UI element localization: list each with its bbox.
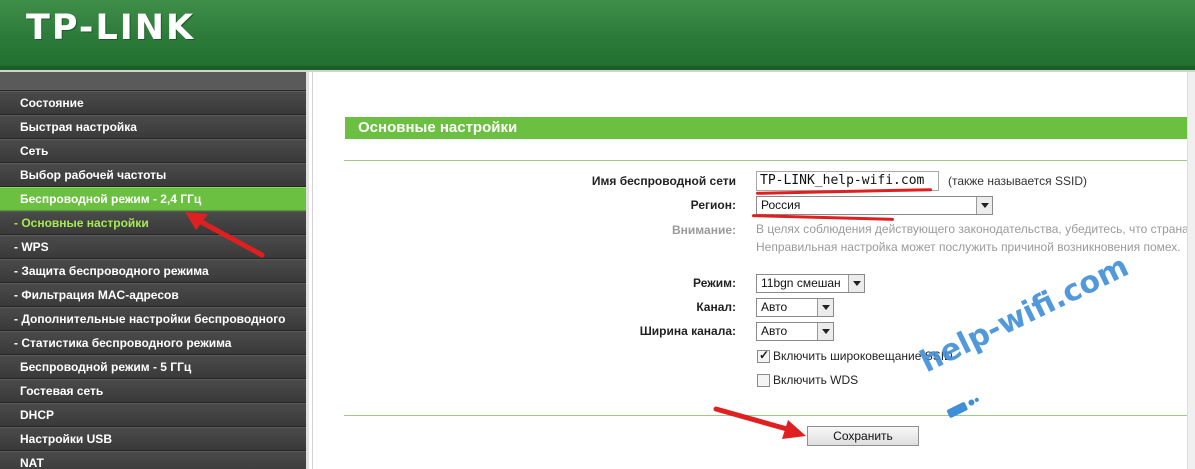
sidebar-item-8[interactable]: - Фильтрация MAC-адресов [0,283,306,307]
warning-text-line1: В целях соблюдения действующего законода… [756,222,1195,236]
mode-select[interactable]: 11bgn смешан [756,274,865,293]
header-bar: TP-LINK [0,0,1195,70]
annotation-arrow-sidebar-icon [185,212,265,258]
sidebar-menu-list: Состояние Быстрая настройка Сеть Выбор рабо… [0,91,306,469]
channel-select[interactable]: Авто [756,298,834,317]
brand-logo: TP-LINK [26,8,196,48]
ssid-label: Имя беспроводной сети [591,174,736,188]
sidebar-item-12[interactable]: Гостевая сеть [0,379,306,403]
channel-width-select[interactable]: Авто [756,322,834,341]
wds-label: Включить WDS [773,373,859,387]
sidebar-item-13[interactable]: DHCP [0,403,306,427]
chevron-down-icon[interactable] [848,275,864,292]
sidebar-item-11[interactable]: Беспроводной режим - 5 ГГц [0,355,306,379]
sidebar-item-7[interactable]: - Защита беспроводного режима [0,259,306,283]
sidebar-item-15[interactable]: NAT [0,451,306,469]
mode-select-value: 11bgn смешан [761,276,841,290]
ssid-broadcast-checkbox[interactable] [757,348,770,363]
mode-label: Режим: [693,276,736,290]
sidebar-top-pad [0,72,306,91]
region-label: Регион: [690,198,736,212]
channel-width-select-value: Авто [761,324,788,338]
chevron-down-icon[interactable] [976,197,992,214]
sidebar-item-14[interactable]: Настройки USB [0,427,306,451]
annotation-arrow-save-icon [713,406,806,439]
sidebar-item-0[interactable]: Состояние [0,91,306,115]
sidebar-menu: Состояние Быстрая настройка Сеть Выбор рабо… [0,72,309,469]
warning-label: Внимание: [672,223,736,237]
sidebar-item-3[interactable]: Выбор рабочей частоты [0,163,306,187]
scrollbar[interactable] [1187,72,1195,469]
sidebar-item-2[interactable]: Сеть [0,139,306,163]
page-title: Основные настройки [345,117,1195,139]
ssid-hint: (также называется SSID) [948,174,1087,188]
region-select-value: Россия [761,198,801,212]
chevron-down-icon[interactable] [817,299,833,316]
region-select[interactable]: Россия [756,196,993,215]
wds-checkbox[interactable] [757,374,770,387]
section-divider-top [344,160,1195,161]
channel-width-label: Ширина канала: [639,324,736,338]
channel-label: Канал: [696,300,736,314]
chevron-down-icon[interactable] [817,323,833,340]
sidebar-item-1[interactable]: Быстрая настройка [0,115,306,139]
sidebar-item-9[interactable]: - Дополнительные настройки беспроводного [0,307,306,331]
channel-select-value: Авто [761,300,788,314]
save-button[interactable]: Сохранить [807,426,919,446]
sidebar-item-10[interactable]: - Статистика беспроводного режима [0,331,306,355]
